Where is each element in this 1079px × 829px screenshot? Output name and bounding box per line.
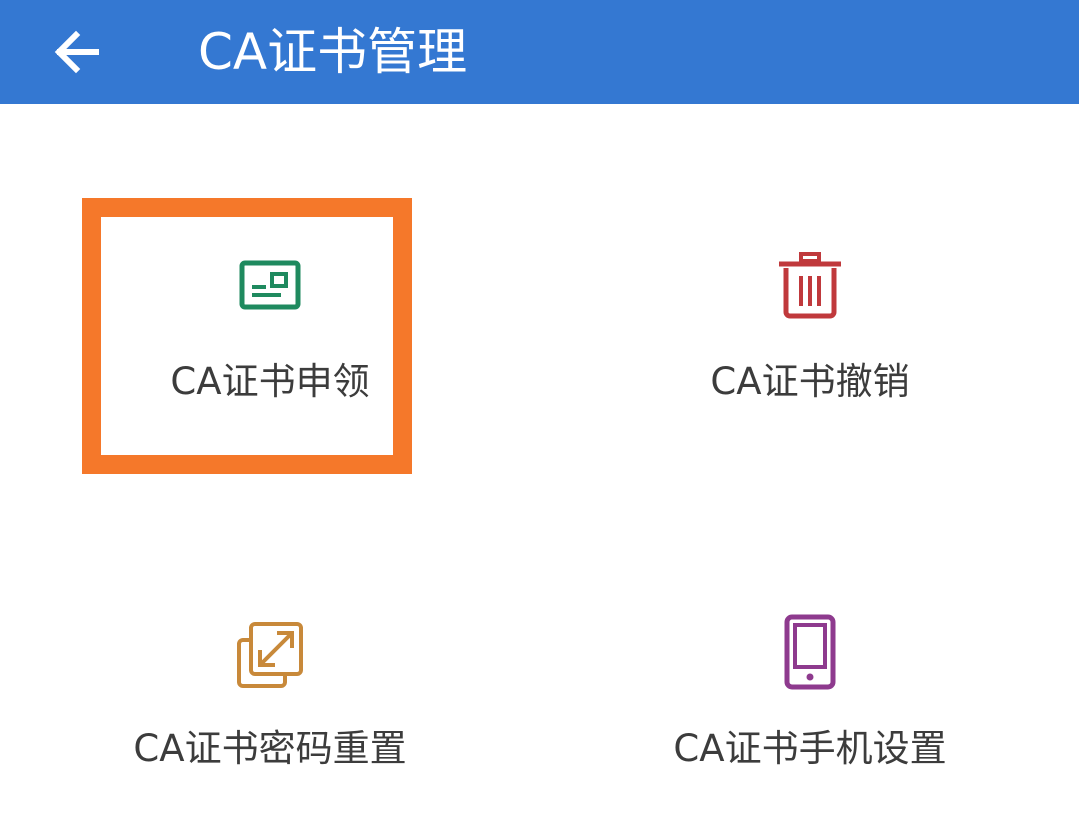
mobile-phone-icon: [770, 612, 850, 692]
reset-arrows-icon: [230, 615, 310, 695]
tile-label: CA证书撤销: [710, 360, 910, 403]
page-title: CA证书管理: [198, 23, 468, 81]
tile-label: CA证书密码重置: [133, 727, 407, 770]
tile-ca-certificate-revoke[interactable]: CA证书撤销: [600, 195, 1020, 485]
app-screen: CA证书管理 CA证书申领 CA证书撤销 CA证书密码重置 CA证书手机设置: [0, 0, 1079, 829]
tile-label: CA证书申领: [170, 360, 370, 403]
tile-label: CA证书手机设置: [673, 727, 947, 770]
top-app-bar: CA证书管理: [0, 0, 1079, 104]
tile-ca-certificate-mobile-settings[interactable]: CA证书手机设置: [600, 560, 1020, 820]
back-button[interactable]: [44, 22, 110, 82]
trash-icon: [770, 245, 850, 325]
tile-ca-certificate-password-reset[interactable]: CA证书密码重置: [60, 560, 480, 820]
certificate-card-icon: [230, 245, 310, 325]
arrow-left-icon: [54, 30, 99, 74]
tile-ca-certificate-apply[interactable]: CA证书申领: [60, 195, 480, 485]
